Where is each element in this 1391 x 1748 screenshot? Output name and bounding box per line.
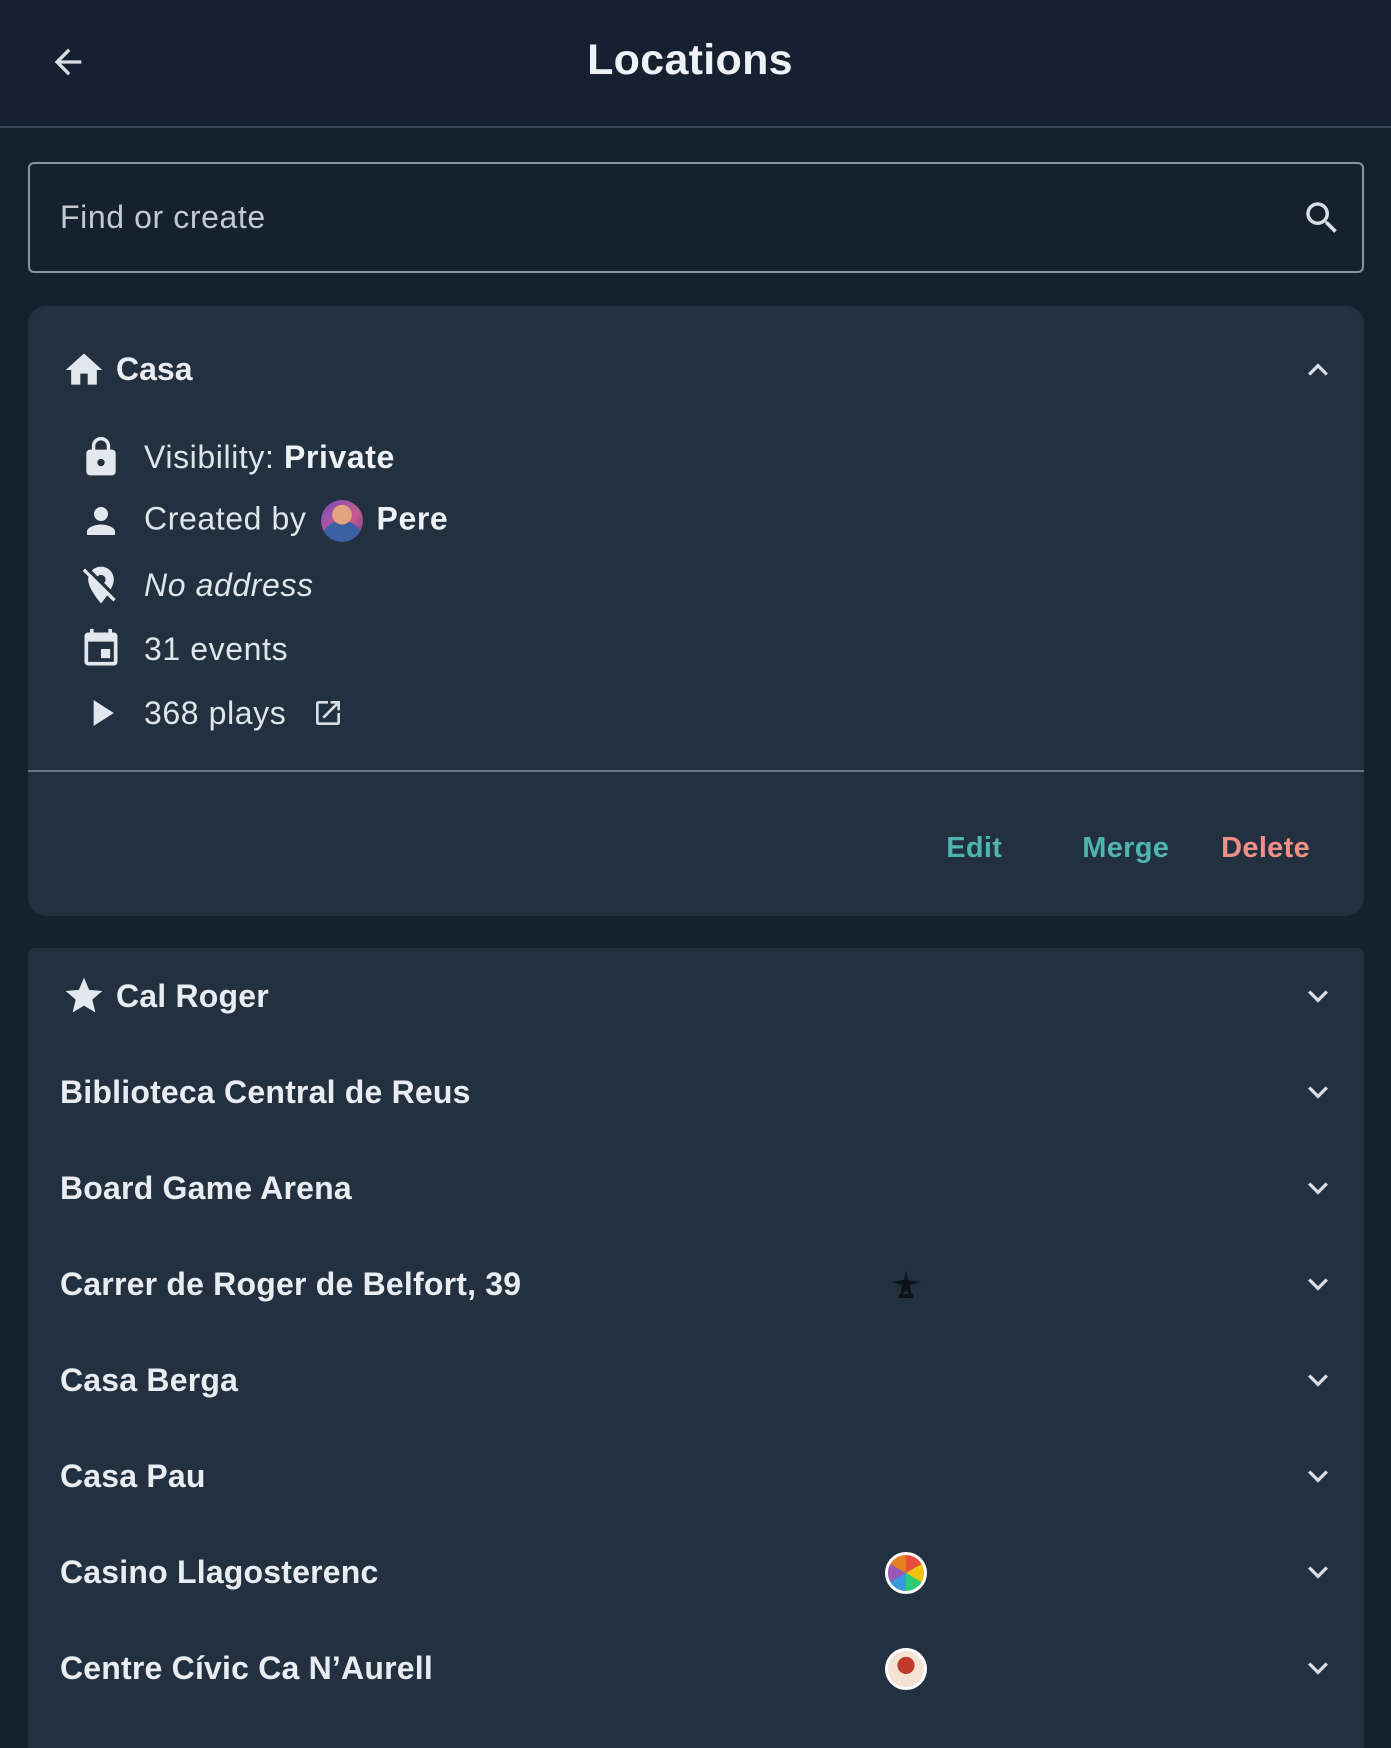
chevron-down-icon[interactable]	[1298, 1072, 1338, 1112]
visibility-row: Visibility: Private	[76, 432, 395, 482]
visibility-value: Private	[283, 438, 395, 475]
location-card-header[interactable]: Casa	[28, 306, 1364, 432]
list-item-board-game-arena[interactable]: Board Game Arena	[28, 1140, 1364, 1236]
location-off-icon	[82, 566, 116, 604]
calendar-icon	[84, 628, 118, 666]
list-item-carrer-roger[interactable]: Carrer de Roger de Belfort, 39	[28, 1236, 1364, 1332]
card-actions: Edit Merge Delete	[920, 820, 1336, 876]
creator-avatar	[320, 500, 363, 542]
location-card-expanded: Casa Visibility: Private Created by Pere …	[28, 306, 1364, 916]
merge-button[interactable]: Merge	[1056, 820, 1195, 876]
list-item-title: Casa Pau	[60, 1458, 206, 1494]
card-divider	[28, 770, 1364, 772]
chevron-down-icon[interactable]	[1298, 976, 1338, 1016]
search-input[interactable]	[30, 164, 1282, 271]
list-item-centre-civic[interactable]: Centre Cívic Ca N’Aurell	[28, 1620, 1364, 1716]
edit-button[interactable]: Edit	[920, 820, 1028, 876]
list-item-cal-roger[interactable]: Cal Roger	[28, 948, 1364, 1044]
chevron-down-icon[interactable]	[1298, 1552, 1338, 1592]
plays-count: 368 plays	[144, 694, 287, 731]
chevron-down-icon[interactable]	[1298, 1168, 1338, 1208]
chevron-down-icon[interactable]	[1298, 1360, 1338, 1400]
location-title: Casa	[116, 351, 193, 387]
address-row: No address	[76, 560, 314, 610]
chevron-down-icon[interactable]	[1298, 1456, 1338, 1496]
delete-button[interactable]: Delete	[1195, 820, 1336, 876]
lock-icon	[86, 436, 116, 476]
list-item-casino[interactable]: Casino Llagosterenc	[28, 1524, 1364, 1620]
plays-row: 368 plays	[76, 688, 344, 738]
locations-list: Cal Roger Biblioteca Central de Reus Boa…	[28, 948, 1364, 1748]
list-item-title: Biblioteca Central de Reus	[60, 1074, 471, 1110]
list-item-casa-pau[interactable]: Casa Pau	[28, 1428, 1364, 1524]
chevron-up-icon[interactable]	[1298, 350, 1338, 390]
app-header: Locations	[0, 0, 1391, 128]
created-by-label: Created by	[144, 500, 307, 537]
search-icon	[1306, 201, 1337, 233]
events-row: 31 events	[76, 624, 288, 674]
address-value: No address	[144, 566, 314, 603]
creator-name[interactable]: Pere	[377, 500, 449, 536]
emblem-badge	[891, 1270, 921, 1298]
person-icon	[87, 507, 115, 535]
page-title: Locations	[587, 36, 793, 84]
list-item-title: Casino Llagosterenc	[60, 1554, 379, 1590]
visibility-label: Visibility:	[144, 438, 284, 475]
list-item-title: Board Game Arena	[60, 1170, 352, 1206]
list-item-title: Cal Roger	[116, 978, 269, 1014]
chevron-down-icon[interactable]	[1298, 1264, 1338, 1304]
list-item-title: Centre Cívic Ca N’Aurell	[60, 1650, 433, 1686]
events-count: 31 events	[144, 630, 289, 667]
home-icon	[65, 353, 103, 385]
avatar-badge	[885, 1648, 927, 1690]
play-icon	[93, 700, 114, 726]
list-item-title: Casa Berga	[60, 1362, 239, 1398]
open-in-new-icon[interactable]	[312, 697, 344, 729]
search-button[interactable]	[1282, 164, 1362, 271]
created-by-row: Created by Pere	[76, 496, 448, 546]
list-item-title: Carrer de Roger de Belfort, 39	[60, 1266, 522, 1302]
colorful-logo-badge	[885, 1552, 927, 1594]
star-icon	[65, 977, 103, 1013]
chevron-down-icon[interactable]	[1298, 1648, 1338, 1688]
list-item-casa-berga[interactable]: Casa Berga	[28, 1332, 1364, 1428]
list-item-biblioteca[interactable]: Biblioteca Central de Reus	[28, 1044, 1364, 1140]
search-box	[28, 162, 1364, 273]
